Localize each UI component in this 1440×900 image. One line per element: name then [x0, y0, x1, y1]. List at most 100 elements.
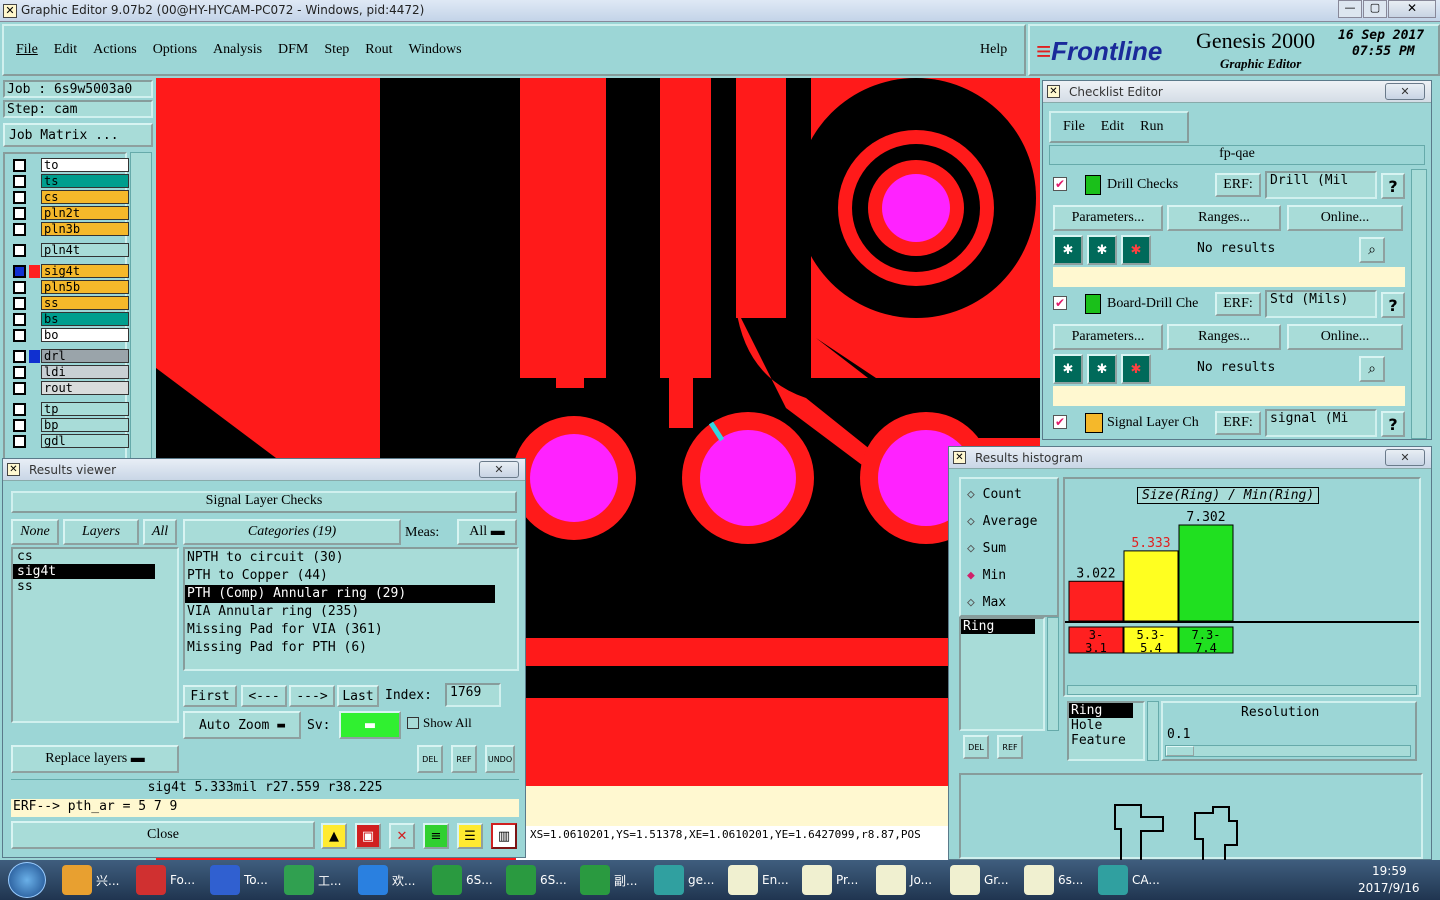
checkbox[interactable] — [13, 434, 26, 448]
parameters-button[interactable]: Parameters... — [1053, 324, 1163, 350]
taskbar-button[interactable]: Jo... — [876, 860, 948, 900]
close-button[interactable]: ✕ — [479, 461, 519, 478]
histogram-bar[interactable] — [1123, 550, 1179, 622]
taskbar-button[interactable]: 工... — [284, 860, 356, 900]
list-item[interactable]: VIA Annular ring (235) — [185, 603, 517, 621]
meas-select[interactable]: All ▬ — [457, 519, 517, 545]
menu-dfm[interactable]: DFM — [278, 42, 308, 58]
run-icon[interactable]: ✱ — [1053, 235, 1083, 265]
sv-color-select[interactable]: ▬ — [339, 711, 401, 739]
histogram-bar[interactable] — [1068, 580, 1124, 622]
layer-row[interactable]: gdl — [13, 434, 129, 448]
field-scrollbar[interactable] — [1047, 617, 1059, 731]
close-button[interactable]: ✕ — [1385, 449, 1425, 466]
checkbox[interactable] — [13, 243, 26, 257]
layer-row[interactable]: pln2t — [13, 206, 129, 220]
checkbox[interactable] — [13, 381, 26, 395]
del-icon[interactable]: DEL — [417, 745, 443, 773]
zoom-icon[interactable]: ⌕ — [1359, 356, 1385, 382]
list-item[interactable]: cs — [13, 549, 177, 564]
run-icon[interactable]: ✱ — [1087, 354, 1117, 384]
radio-count[interactable]: ◇ Count — [967, 487, 1022, 502]
replace-layers-select[interactable]: Replace layers ▬ — [11, 745, 179, 773]
list-item[interactable]: Missing Pad for PTH (6) — [185, 639, 517, 657]
layer-row[interactable]: ss — [13, 296, 129, 310]
job-matrix-button[interactable]: Job Matrix ... — [3, 123, 153, 147]
resolution-slider[interactable] — [1165, 745, 1411, 757]
prev-button[interactable]: <--- — [241, 685, 287, 707]
radio-max[interactable]: ◇ Max — [967, 595, 1006, 610]
radio-average[interactable]: ◇ Average — [967, 514, 1037, 529]
online-button[interactable]: Online... — [1287, 324, 1403, 350]
checkbox[interactable] — [13, 312, 26, 326]
layer-row[interactable]: ts — [13, 174, 129, 188]
list-item[interactable]: Missing Pad for VIA (361) — [185, 621, 517, 639]
list-item[interactable]: PTH to Copper (44) — [185, 567, 517, 585]
erf-value[interactable]: Std (Mils) — [1265, 290, 1377, 318]
list-item[interactable]: PTH (Comp) Annular ring (29) — [185, 585, 495, 603]
check-enable-checkbox[interactable]: ✔ — [1053, 296, 1067, 310]
checkbox[interactable] — [13, 222, 26, 236]
taskbar-button[interactable]: 副... — [580, 860, 652, 900]
checkbox[interactable] — [13, 418, 26, 432]
ranges-button[interactable]: Ranges... — [1167, 205, 1281, 231]
tool-icon[interactable]: ▣ — [355, 823, 381, 849]
checkbox[interactable] — [13, 264, 26, 278]
taskbar-button[interactable]: 6S... — [506, 860, 578, 900]
layer-row[interactable]: pln4t — [13, 243, 129, 257]
checklist-scrollbar[interactable] — [1411, 169, 1427, 439]
menu-file[interactable]: File — [16, 42, 38, 58]
undo-icon[interactable]: UNDO — [485, 745, 515, 773]
taskbar-button[interactable]: 兴... — [62, 860, 134, 900]
run-icon[interactable]: ✱ — [1053, 354, 1083, 384]
del-icon[interactable]: DEL — [963, 735, 989, 759]
menu-file[interactable]: File — [1063, 119, 1085, 135]
minimize-button[interactable]: — — [1338, 0, 1362, 18]
categories-button[interactable]: Categories (19) — [183, 519, 401, 545]
help-button[interactable]: ? — [1381, 411, 1405, 437]
layer-row[interactable]: bs — [13, 312, 129, 326]
help-button[interactable]: ? — [1381, 292, 1405, 318]
autozoom-select[interactable]: Auto Zoom ▬ — [183, 711, 301, 739]
list-item[interactable]: Ring — [1069, 703, 1133, 718]
layers-button[interactable]: Layers — [63, 519, 139, 545]
taskbar-button[interactable]: CA... — [1098, 860, 1170, 900]
layer-row[interactable]: tp — [13, 402, 129, 416]
list-item[interactable]: sig4t — [13, 564, 155, 579]
maximize-button[interactable]: ▢ — [1363, 0, 1387, 18]
close-button[interactable]: ✕ — [1385, 83, 1425, 100]
layer-row[interactable]: pln3b — [13, 222, 129, 236]
checkbox[interactable] — [13, 158, 26, 172]
menu-edit[interactable]: Edit — [1101, 119, 1124, 135]
layer-row[interactable]: to — [13, 158, 129, 172]
checkbox[interactable] — [13, 349, 26, 363]
next-button[interactable]: ---> — [289, 685, 335, 707]
layer-row[interactable]: rout — [13, 381, 129, 395]
histogram-icon[interactable]: ▥ — [491, 823, 517, 849]
layer-row[interactable]: bo — [13, 328, 129, 342]
index-input[interactable]: 1769 — [445, 683, 501, 707]
check-enable-checkbox[interactable]: ✔ — [1053, 415, 1067, 429]
menu-step[interactable]: Step — [324, 42, 349, 58]
checkbox[interactable] — [13, 402, 26, 416]
list-item[interactable]: NPTH to circuit (30) — [185, 549, 517, 567]
menu-rout[interactable]: Rout — [365, 42, 392, 58]
layer-row[interactable]: pln5b — [13, 280, 129, 294]
close-results-button[interactable]: Close — [11, 821, 315, 849]
zoom-icon[interactable]: ⌕ — [1359, 237, 1385, 263]
all-button[interactable]: All — [143, 519, 177, 545]
list-item[interactable]: Feature — [1069, 733, 1143, 748]
taskbar-button[interactable]: ge... — [654, 860, 726, 900]
first-button[interactable]: First — [183, 685, 237, 707]
layer-row[interactable]: drl — [13, 349, 129, 363]
menu-run[interactable]: Run — [1140, 119, 1163, 135]
taskbar-button[interactable]: Fo... — [136, 860, 208, 900]
list-item[interactable]: Ring — [961, 619, 1035, 634]
online-button[interactable]: Online... — [1287, 205, 1403, 231]
taskbar-button[interactable]: 欢... — [358, 860, 430, 900]
tool-icon[interactable]: ☰ — [457, 823, 483, 849]
tool-icon[interactable]: ▲ — [321, 823, 347, 849]
showall-checkbox[interactable] — [407, 717, 419, 729]
help-button[interactable]: ? — [1381, 173, 1405, 199]
taskbar-button[interactable]: 6S... — [432, 860, 504, 900]
